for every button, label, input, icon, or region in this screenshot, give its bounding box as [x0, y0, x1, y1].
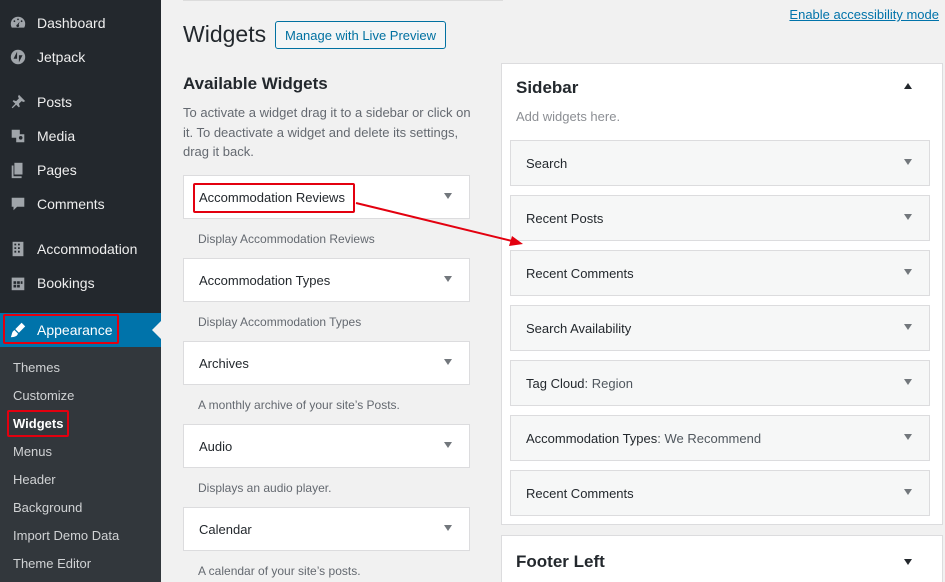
menu-item-accommodation[interactable]: Accommodation [0, 232, 161, 266]
expand-arrow-icon[interactable] [904, 324, 912, 330]
widget-title: Calendar [199, 521, 252, 537]
media-icon [0, 127, 36, 145]
sidebar-widget-recent-comments[interactable]: Recent Comments [510, 250, 930, 296]
expand-arrow-icon[interactable] [904, 434, 912, 440]
menu-item-pages[interactable]: Pages [0, 153, 161, 187]
menu-item-dashboard[interactable]: Dashboard [0, 6, 161, 40]
submenu-item-customize[interactable]: Customize [13, 388, 74, 403]
expand-arrow-icon[interactable] [904, 269, 912, 275]
admin-menu: Dashboard Jetpack Posts Media Pages Comm… [0, 0, 161, 582]
divider [183, 0, 503, 1]
expand-arrow-icon[interactable] [444, 276, 452, 282]
submenu-item-import-demo-data[interactable]: Import Demo Data [13, 528, 119, 543]
widget-title: Archives [199, 355, 249, 371]
collapse-arrow-icon[interactable] [904, 83, 912, 89]
sidebar-widget-search[interactable]: Search [510, 140, 930, 186]
expand-arrow-icon[interactable] [444, 442, 452, 448]
available-widgets-title: Available Widgets [183, 74, 328, 93]
widget-title: Recent Comments [526, 485, 634, 501]
expand-arrow-icon[interactable] [904, 489, 912, 495]
submenu-item-theme-editor[interactable]: Theme Editor [13, 556, 91, 571]
expand-arrow-icon[interactable] [904, 159, 912, 165]
sidebar-area-title[interactable]: Sidebar [516, 78, 578, 98]
widget-description: A monthly archive of your site’s Posts. [198, 398, 400, 412]
widget-subtitle: : We Recommend [657, 430, 762, 446]
widget-accommodation-types[interactable]: Accommodation Types [183, 258, 470, 302]
highlight-box-widgets [7, 410, 69, 437]
menu-item-media[interactable]: Media [0, 119, 161, 153]
menu-label: Comments [37, 196, 105, 212]
menu-label: Accommodation [37, 241, 138, 257]
menu-label: Media [37, 128, 76, 144]
sidebar-widget-accommodation-types[interactable]: Accommodation Types: We Recommend [510, 415, 930, 461]
widget-description: A calendar of your site’s posts. [198, 564, 361, 578]
menu-label: Posts [37, 94, 73, 110]
widget-title: Search Availability [526, 320, 632, 336]
live-preview-button[interactable]: Manage with Live Preview [275, 21, 447, 49]
expand-arrow-icon[interactable] [904, 379, 912, 385]
expand-arrow-icon[interactable] [904, 559, 912, 565]
highlight-box-accommodation-reviews [193, 183, 355, 213]
dashboard-icon [0, 14, 36, 32]
available-widgets-description: To activate a widget drag it to a sideba… [183, 105, 471, 159]
submenu-item-header[interactable]: Header [13, 472, 56, 487]
widget-audio[interactable]: Audio [183, 424, 470, 468]
appearance-submenu: Themes Customize Widgets Menus Header Ba… [0, 347, 161, 582]
building-icon [0, 240, 36, 258]
sidebar-widget-recent-posts[interactable]: Recent Posts [510, 195, 930, 241]
expand-arrow-icon[interactable] [904, 214, 912, 220]
pages-icon [0, 161, 36, 179]
widget-title: Accommodation Types [199, 272, 331, 288]
comment-icon [0, 195, 36, 213]
widget-archives[interactable]: Archives [183, 341, 470, 385]
menu-item-bookings[interactable]: Bookings [0, 266, 161, 300]
expand-arrow-icon[interactable] [444, 193, 452, 199]
widget-description: Display Accommodation Types [198, 315, 362, 329]
menu-item-comments[interactable]: Comments [0, 187, 161, 221]
sidebar-widget-recent-comments-2[interactable]: Recent Comments [510, 470, 930, 516]
calendar-icon [0, 274, 36, 292]
jetpack-icon [0, 48, 36, 66]
page-title: Widgets [183, 21, 267, 47]
current-indicator [152, 321, 161, 339]
submenu-item-background[interactable]: Background [13, 500, 82, 515]
menu-label: Pages [37, 162, 77, 178]
highlight-box-appearance [3, 314, 119, 344]
widget-title: Search [526, 155, 568, 171]
sidebar-widget-search-availability[interactable]: Search Availability [510, 305, 930, 351]
widget-calendar[interactable]: Calendar [183, 507, 470, 551]
expand-arrow-icon[interactable] [444, 525, 452, 531]
widget-title: Accommodation Types [526, 430, 658, 446]
widget-title: Recent Comments [526, 265, 634, 281]
pin-icon [0, 93, 36, 111]
sidebar-widget-tag-cloud[interactable]: Tag Cloud: Region [510, 360, 930, 406]
expand-arrow-icon[interactable] [444, 359, 452, 365]
menu-item-jetpack[interactable]: Jetpack [0, 40, 161, 74]
menu-label: Jetpack [37, 49, 86, 65]
menu-label: Bookings [37, 275, 95, 291]
widget-description: Display Accommodation Reviews [198, 232, 375, 246]
accessibility-mode-link[interactable]: Enable accessibility mode [789, 7, 939, 22]
widget-title: Recent Posts [526, 210, 604, 226]
sidebar-area-description: Add widgets here. [516, 109, 621, 124]
widget-title: Tag Cloud [526, 375, 585, 391]
widget-description: Displays an audio player. [198, 481, 332, 495]
menu-item-posts[interactable]: Posts [0, 85, 161, 119]
widget-subtitle: : Region [584, 375, 633, 391]
footer-left-title[interactable]: Footer Left [516, 552, 605, 572]
submenu-item-themes[interactable]: Themes [13, 360, 60, 375]
widget-title: Audio [199, 438, 233, 454]
submenu-item-menus[interactable]: Menus [13, 444, 52, 459]
menu-label: Dashboard [37, 15, 106, 31]
